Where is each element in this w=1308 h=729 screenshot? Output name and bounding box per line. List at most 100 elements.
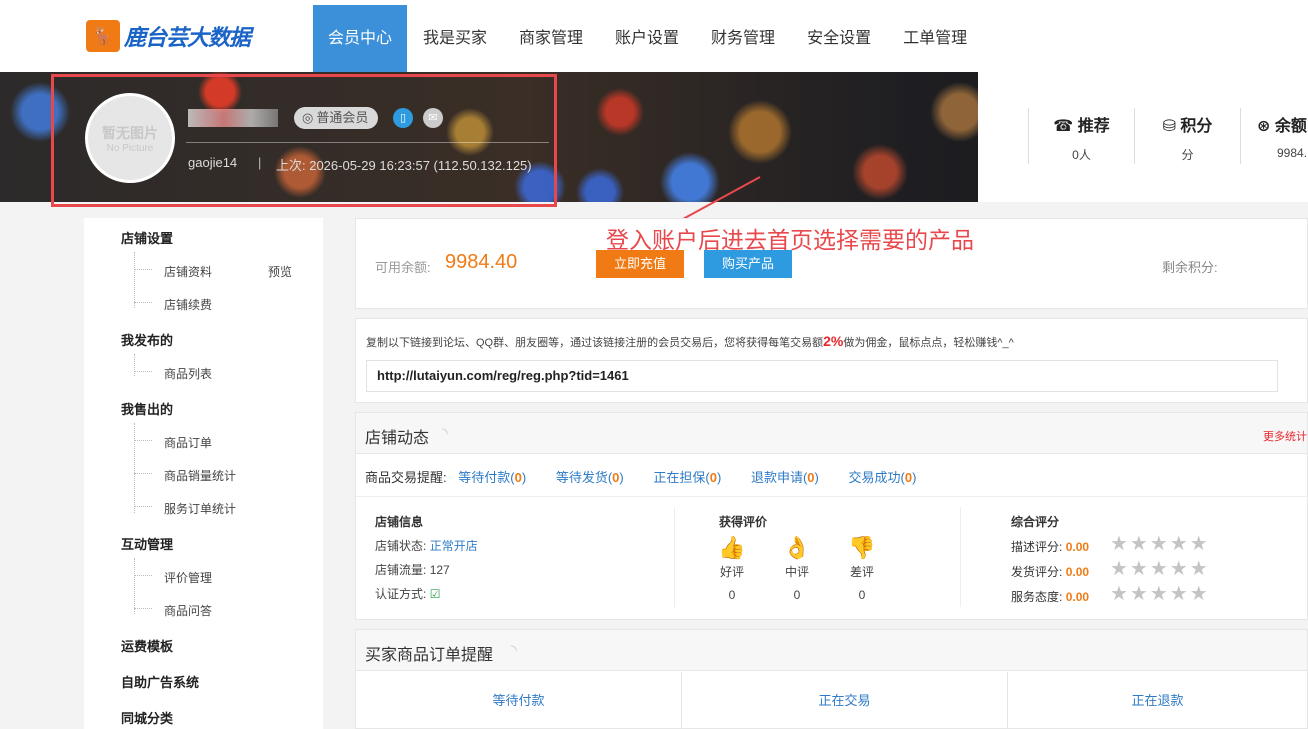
balance-value: 9984.40 bbox=[445, 251, 518, 273]
sidebar-item-review-mgmt[interactable]: 评价管理 bbox=[164, 569, 212, 586]
review-negative[interactable]: 👎 差评 0 bbox=[842, 535, 882, 602]
dynamics-header: 店铺动态 ◝ 更多统计 bbox=[356, 413, 1307, 454]
referral-desc-before: 复制以下链接到论坛、QQ群、朋友圈等，通过该链接注册的会员交易后，您将获得每笔交… bbox=[366, 337, 824, 349]
tree-line bbox=[134, 423, 135, 513]
sidebar-item-shop-renewal[interactable]: 店铺续费 bbox=[164, 296, 212, 313]
nav-security[interactable]: 安全设置 bbox=[791, 5, 887, 72]
commission-percent: 2% bbox=[823, 333, 844, 349]
recharge-button[interactable]: 立即充值 bbox=[596, 250, 684, 278]
trade-completed[interactable]: 交易成功(0) bbox=[849, 470, 917, 485]
trade-label: 商品交易提醒: bbox=[365, 470, 447, 485]
tree-dash bbox=[134, 371, 152, 372]
sidebar-group-interaction[interactable]: 互动管理 bbox=[121, 534, 173, 553]
sidebar-item-product-orders[interactable]: 商品订单 bbox=[164, 434, 212, 451]
star-rating-icon: ★★★★★ bbox=[1110, 583, 1210, 605]
nav-buyer[interactable]: 我是买家 bbox=[407, 5, 503, 72]
stat-value: 9984. bbox=[1277, 146, 1308, 160]
trade-awaiting-shipment[interactable]: 等待发货(0) bbox=[556, 470, 624, 485]
column-divider bbox=[960, 507, 961, 607]
divider bbox=[356, 496, 1307, 497]
review-neutral[interactable]: 👌 中评 0 bbox=[777, 535, 817, 602]
column-divider bbox=[674, 507, 675, 607]
tree-dash bbox=[134, 440, 152, 441]
sidebar-group-shop-settings[interactable]: 店铺设置 bbox=[121, 228, 173, 247]
balance-label: 可用余额: bbox=[375, 260, 431, 275]
dynamics-title: 店铺动态 bbox=[365, 430, 430, 447]
tree-line bbox=[134, 558, 135, 614]
nav-account[interactable]: 账户设置 bbox=[599, 5, 695, 72]
tree-line bbox=[134, 354, 135, 376]
stat-title: 积分 bbox=[1180, 118, 1213, 135]
thumbs-up-icon: 👍 bbox=[718, 535, 746, 560]
nav-finance[interactable]: 财务管理 bbox=[695, 5, 791, 72]
star-rating-icon: ★★★★★ bbox=[1110, 533, 1210, 555]
nav-tickets[interactable]: 工单管理 bbox=[887, 5, 983, 72]
shop-traffic: 店铺流量: 127 bbox=[375, 563, 450, 577]
buy-product-button[interactable]: 购买产品 bbox=[704, 250, 792, 278]
buyer-orders-panel: 买家商品订单提醒 ◝ 等待付款 正在交易 正在退款 bbox=[355, 629, 1308, 729]
coin-icon: ⊛ bbox=[1257, 118, 1271, 135]
balance-panel: 登入账户后进去首页选择需要的产品 可用余额: 9984.40 立即充值 购买产品… bbox=[355, 218, 1308, 309]
top-nav-bar: 🦌 鹿台芸大数据 会员中心 我是买家 商家管理 账户设置 财务管理 安全设置 工… bbox=[0, 0, 1308, 72]
sidebar-item-shop-profile[interactable]: 店铺资料 bbox=[164, 263, 212, 280]
stat-referrals[interactable]: ☎ 推荐 0人 bbox=[1028, 108, 1134, 164]
shop-info-title: 店铺信息 bbox=[375, 515, 424, 529]
order-awaiting-payment[interactable]: 等待付款 bbox=[356, 672, 682, 729]
site-logo[interactable]: 🦌 鹿台芸大数据 bbox=[86, 20, 251, 52]
tree-dash bbox=[134, 506, 152, 507]
referral-desc-after: 做为佣金，鼠标点点，轻松赚钱^_^ bbox=[843, 337, 1014, 349]
tree-dash bbox=[134, 608, 152, 609]
trade-refund-requests[interactable]: 退款申请(0) bbox=[751, 470, 819, 485]
score-shipping: 发货评分: 0.00 bbox=[1011, 565, 1090, 579]
shop-status: 店铺状态: 正常开店 bbox=[375, 539, 478, 553]
sidebar-item-product-list[interactable]: 商品列表 bbox=[164, 365, 212, 382]
rss-icon: ◝ bbox=[511, 642, 517, 659]
trade-awaiting-payment[interactable]: 等待付款(0) bbox=[458, 470, 526, 485]
phone-icon: ☎ bbox=[1053, 118, 1074, 135]
referral-description: 复制以下链接到论坛、QQ群、朋友圈等，通过该链接注册的会员交易后，您将获得每笔交… bbox=[366, 333, 1014, 350]
stat-value: 分 bbox=[1181, 148, 1194, 162]
more-stats-link[interactable]: 更多统计 bbox=[1263, 428, 1307, 444]
review-positive[interactable]: 👍 好评 0 bbox=[712, 535, 752, 602]
orders-header: 买家商品订单提醒 ◝ bbox=[356, 630, 1307, 671]
nav-member-center[interactable]: 会员中心 bbox=[313, 5, 407, 72]
sidebar-item-sales-stats[interactable]: 商品销量统计 bbox=[164, 467, 236, 484]
account-stats: ☎ 推荐 0人 ⛁ 积分 分 ⊛ 余额 9984. bbox=[1028, 108, 1308, 164]
reviews-title: 获得评价 bbox=[719, 515, 768, 529]
database-icon: ⛁ bbox=[1162, 118, 1176, 135]
remaining-points-label: 剩余积分: bbox=[1162, 260, 1218, 275]
score-service: 服务态度: 0.00 bbox=[1011, 590, 1090, 604]
star-rating-icon: ★★★★★ bbox=[1110, 558, 1210, 580]
stat-points[interactable]: ⛁ 积分 分 bbox=[1134, 108, 1240, 164]
tree-line bbox=[134, 252, 135, 308]
trade-in-escrow[interactable]: 正在担保(0) bbox=[653, 470, 721, 485]
sidebar-group-published[interactable]: 我发布的 bbox=[121, 330, 173, 349]
stat-balance[interactable]: ⊛ 余额 9984. bbox=[1240, 108, 1308, 164]
referral-link-field[interactable]: http://lutaiyun.com/reg/reg.php?tid=1461 bbox=[366, 360, 1278, 392]
sidebar-item-product-qa[interactable]: 商品问答 bbox=[164, 602, 212, 619]
verified-icon: ☑ bbox=[429, 587, 441, 601]
sidebar-group-city[interactable]: 同城分类 bbox=[121, 708, 173, 727]
ok-hand-icon: 👌 bbox=[783, 535, 811, 560]
stat-title: 余额 bbox=[1274, 118, 1307, 135]
sidebar-item-service-orders[interactable]: 服务订单统计 bbox=[164, 500, 236, 517]
sidebar: 店铺设置 店铺资料 预览 店铺续费 我发布的 商品列表 我售出的 商品订单 商品… bbox=[84, 218, 323, 729]
preview-link[interactable]: 预览 bbox=[268, 263, 292, 280]
thumbs-down-icon: 👎 bbox=[848, 535, 876, 560]
sidebar-group-sold[interactable]: 我售出的 bbox=[121, 399, 173, 418]
sidebar-group-ads[interactable]: 自助广告系统 bbox=[121, 672, 199, 691]
rss-icon: ◝ bbox=[442, 425, 448, 442]
sidebar-group-shipping[interactable]: 运费模板 bbox=[121, 636, 173, 655]
main-nav: 会员中心 我是买家 商家管理 账户设置 财务管理 安全设置 工单管理 bbox=[313, 5, 983, 72]
referral-panel: 复制以下链接到论坛、QQ群、朋友圈等，通过该链接注册的会员交易后，您将获得每笔交… bbox=[355, 318, 1308, 403]
tree-dash bbox=[134, 269, 152, 270]
annotation-highlight-box bbox=[51, 74, 557, 207]
orders-title: 买家商品订单提醒 bbox=[365, 647, 494, 664]
order-refunding[interactable]: 正在退款 bbox=[1008, 672, 1307, 729]
stat-title: 推荐 bbox=[1077, 118, 1110, 135]
trade-reminders: 商品交易提醒: 等待付款(0) 等待发货(0) 正在担保(0) 退款申请(0) … bbox=[365, 467, 934, 486]
score-description: 描述评分: 0.00 bbox=[1011, 540, 1090, 554]
nav-merchant[interactable]: 商家管理 bbox=[503, 5, 599, 72]
order-in-progress[interactable]: 正在交易 bbox=[682, 672, 1008, 729]
tree-dash bbox=[134, 473, 152, 474]
